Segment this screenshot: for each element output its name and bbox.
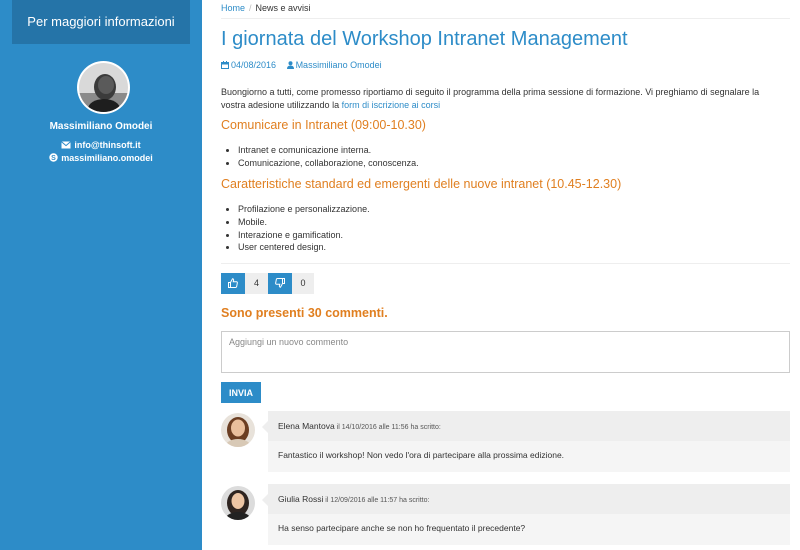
profile-name: Massimiliano Omodei: [49, 121, 153, 132]
thumbs-down-icon: [275, 277, 285, 290]
sidebar: Per maggiori informazioni Massimiliano O…: [0, 0, 202, 550]
list-item: User centered design.: [238, 241, 370, 254]
list-item: Comunicazione, collaborazione, conoscenz…: [238, 157, 419, 170]
dislike-count: 0: [292, 273, 314, 294]
section-heading: Comunicare in Intranet (09:00-10.30): [221, 118, 426, 132]
breadcrumb-separator: /: [249, 3, 252, 13]
comment-author: Giulia Rossi: [278, 494, 324, 504]
list-item: Mobile.: [238, 216, 370, 229]
comment-author: Elena Mantova: [278, 421, 335, 431]
article-meta: 04/08/2016 Massimiliano Omodei: [221, 60, 382, 71]
comment-input[interactable]: [221, 331, 790, 373]
breadcrumb-home-link[interactable]: Home: [221, 3, 245, 13]
comment-box: Elena Mantova il 14/10/2016 alle 11:56 h…: [262, 411, 790, 472]
send-button[interactable]: INVIA: [221, 382, 261, 403]
article-intro: Buongiorno a tutti, come promesso riport…: [221, 86, 786, 112]
section-heading: Caratteristiche standard ed emergenti de…: [221, 177, 622, 191]
contact-email[interactable]: info@thinsoft.it: [0, 140, 202, 151]
intro-text: Buongiorno a tutti, come promesso riport…: [221, 87, 760, 110]
contact-skype-text: massimiliano.omodei: [61, 153, 153, 163]
svg-text:S: S: [51, 155, 56, 162]
commenter-avatar: [221, 413, 255, 447]
commenter-avatar: [221, 486, 255, 520]
envelope-icon: [61, 141, 72, 151]
like-count: 4: [245, 273, 268, 294]
signup-form-link[interactable]: form di iscrizione ai corsi: [342, 100, 441, 110]
comment-text: Ha senso partecipare anche se non ho fre…: [268, 514, 790, 545]
user-icon: [286, 61, 294, 71]
breadcrumb-current: News e avvisi: [255, 3, 311, 13]
comment-meta: il 12/09/2016 alle 11:57 ha scritto:: [323, 497, 430, 504]
section-list: Intranet e comunicazione interna. Comuni…: [238, 144, 419, 170]
skype-icon: S: [49, 153, 58, 164]
profile-avatar: [77, 61, 130, 114]
section-list: Profilazione e personalizzazione. Mobile…: [238, 203, 370, 254]
contact-email-text: info@thinsoft.it: [74, 140, 141, 150]
divider: [221, 18, 790, 19]
list-item: Profilazione e personalizzazione.: [238, 203, 370, 216]
thumbs-up-icon: [228, 277, 238, 290]
comment-box: Giulia Rossi il 12/09/2016 alle 11:57 ha…: [262, 484, 790, 545]
list-item: Interazione e gamification.: [238, 229, 370, 242]
comment-text: Fantastico il workshop! Non vedo l'ora d…: [268, 441, 790, 472]
article-date: 04/08/2016: [231, 60, 277, 70]
calendar-icon: [221, 61, 229, 71]
like-button[interactable]: [221, 273, 245, 294]
comment-header: Giulia Rossi il 12/09/2016 alle 11:57 ha…: [268, 484, 790, 514]
dislike-button[interactable]: [268, 273, 292, 294]
comment-header: Elena Mantova il 14/10/2016 alle 11:56 h…: [268, 411, 790, 441]
divider: [221, 263, 790, 264]
breadcrumb: Home / News e avvisi: [221, 3, 311, 13]
sidebar-header: Per maggiori informazioni: [12, 0, 190, 44]
comment-meta: il 14/10/2016 alle 11:56 ha scritto:: [334, 424, 441, 431]
article-author-link[interactable]: Massimiliano Omodei: [296, 60, 382, 70]
page-title: I giornata del Workshop Intranet Managem…: [221, 28, 628, 50]
contact-skype[interactable]: S massimiliano.omodei: [0, 153, 202, 164]
list-item: Intranet e comunicazione interna.: [238, 144, 419, 157]
comments-heading: Sono presenti 30 commenti.: [221, 306, 388, 320]
